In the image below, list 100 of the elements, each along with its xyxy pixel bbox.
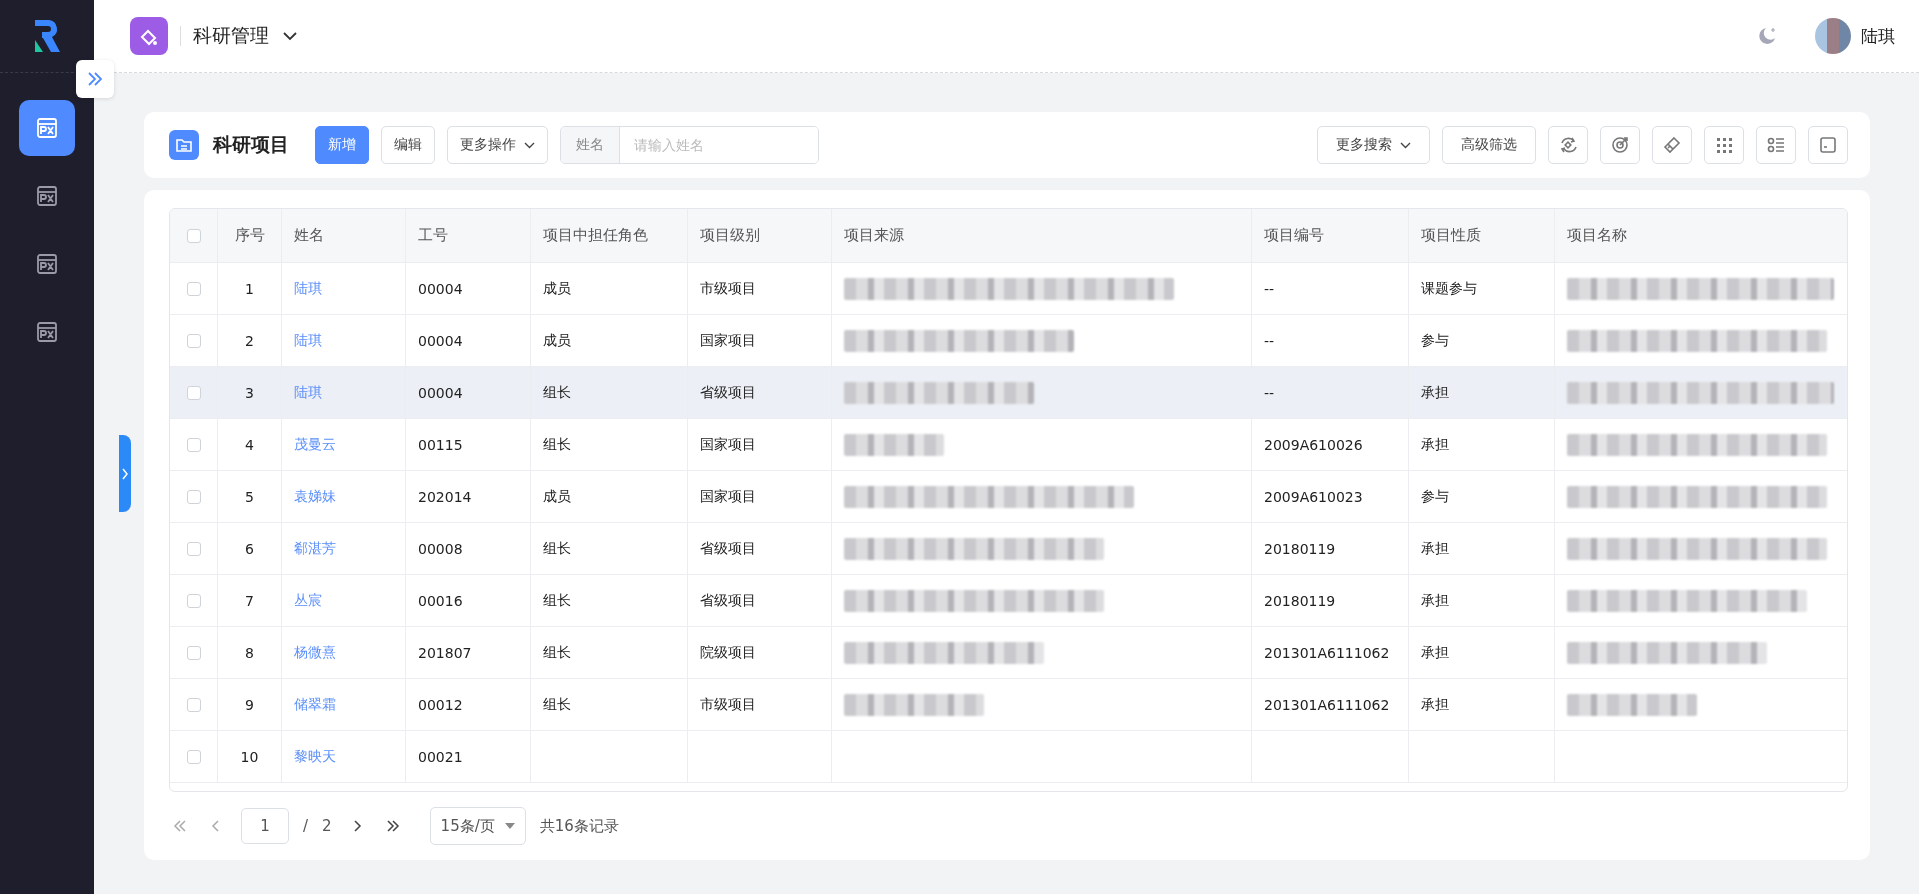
table-cell: 省级项目 (700, 539, 756, 558)
app-title[interactable]: 科研管理 (193, 23, 269, 49)
table-cell: 00004 (418, 332, 463, 349)
logo-icon (32, 18, 62, 54)
checkbox[interactable] (186, 489, 201, 504)
row-number: 6 (245, 540, 254, 557)
table-cell: -- (1264, 332, 1275, 349)
row-number: 2 (245, 332, 254, 349)
avatar[interactable] (1815, 18, 1851, 54)
page-separator: / (303, 817, 309, 835)
brush-icon[interactable] (1652, 126, 1692, 164)
table-row[interactable]: 7 丛宸 00016 组长 省级项目 20180119 承担 (170, 575, 1847, 627)
row-number: 10 (240, 748, 259, 765)
action-button[interactable]: 编辑 (381, 126, 435, 164)
page-title: 科研项目 (213, 132, 289, 157)
table-cell: 国家项目 (700, 487, 756, 506)
page-size-select[interactable]: 15条/页 (429, 807, 526, 845)
table-cell: -- (1264, 280, 1275, 297)
dropdown-button[interactable]: 更多操作 (447, 126, 548, 164)
table-cell: 201301A6111062 (1264, 644, 1390, 661)
table-cell: 组长 (543, 695, 571, 714)
table-cell: 承担 (1421, 695, 1449, 714)
table-cell: 省级项目 (700, 383, 756, 402)
total-pages: 2 (322, 817, 332, 835)
column-header[interactable]: 项目来源 (844, 226, 904, 245)
table-cell: 00016 (418, 592, 463, 609)
row-number: 7 (245, 592, 254, 609)
row-number: 3 (245, 384, 254, 401)
table-cell: 参与 (1421, 487, 1449, 506)
checkbox[interactable] (186, 228, 201, 243)
checkbox[interactable] (186, 749, 201, 764)
list-icon[interactable] (1756, 126, 1796, 164)
table-cell: 市级项目 (700, 695, 756, 714)
checkbox[interactable] (186, 333, 201, 348)
column-header[interactable]: 工号 (418, 226, 448, 245)
checkbox[interactable] (186, 281, 201, 296)
target-icon[interactable] (1600, 126, 1640, 164)
table-cell: 省级项目 (700, 591, 756, 610)
table-row[interactable]: 6 郗湛芳 00008 组长 省级项目 20180119 承担 (170, 523, 1847, 575)
checkbox[interactable] (186, 437, 201, 452)
table-cell: 承担 (1421, 383, 1449, 402)
table-cell: 市级项目 (700, 279, 756, 298)
column-header[interactable]: 序号 (234, 226, 265, 245)
row-number: 9 (245, 696, 254, 713)
user-name[interactable]: 陆琪 (1861, 24, 1895, 48)
table-cell: 课题参与 (1421, 279, 1477, 298)
table-cell: 00115 (418, 436, 463, 453)
drawer-handle[interactable] (119, 435, 131, 512)
table-row[interactable]: 3 陆琪 00004 组长 省级项目 -- 承担 (170, 367, 1847, 419)
action-button[interactable]: 高级筛选 (1442, 126, 1536, 164)
table-row[interactable]: 4 茂曼云 00115 组长 国家项目 2009A610026 承担 (170, 419, 1847, 471)
table-row[interactable]: 1 陆琪 00004 成员 市级项目 -- 课题参与 (170, 263, 1847, 315)
column-header[interactable]: 项目级别 (700, 226, 760, 245)
swap-view-icon[interactable] (1548, 126, 1588, 164)
checkbox[interactable] (186, 593, 201, 608)
expand-button[interactable] (76, 60, 114, 98)
table-cell: 00021 (418, 748, 463, 765)
table-row[interactable]: 5 袁娣妹 202014 成员 国家项目 2009A610023 参与 (170, 471, 1847, 523)
dropdown-button[interactable]: 更多搜索 (1317, 126, 1430, 164)
row-number: 5 (245, 488, 254, 505)
moon-icon[interactable] (1757, 26, 1777, 46)
table-cell: 组长 (543, 643, 571, 662)
chevron-down-icon (1400, 141, 1411, 149)
table-cell: 组长 (543, 539, 571, 558)
table-cell: 成员 (543, 331, 571, 350)
table-cell: 国家项目 (700, 435, 756, 454)
column-header[interactable]: 项目名称 (1567, 226, 1627, 245)
row-number: 1 (245, 280, 254, 297)
window-icon[interactable] (1808, 126, 1848, 164)
table-row[interactable]: 9 储翠霜 00012 组长 市级项目 201301A6111062 承担 (170, 679, 1847, 731)
table-cell: 承担 (1421, 643, 1449, 662)
checkbox[interactable] (186, 541, 201, 556)
grid-icon[interactable] (1704, 126, 1744, 164)
page-input[interactable]: 1 (241, 808, 289, 844)
table-row[interactable]: 10 黎映天 00021 (170, 731, 1847, 783)
checkbox[interactable] (186, 385, 201, 400)
px-file-icon (36, 253, 58, 275)
checkbox[interactable] (186, 697, 201, 712)
table-cell: 00004 (418, 384, 463, 401)
table-row[interactable]: 8 杨微熹 201807 组长 院级项目 201301A6111062 承担 (170, 627, 1847, 679)
table-cell: 20180119 (1264, 540, 1336, 557)
nav-item[interactable] (19, 100, 75, 156)
table-cell: 组长 (543, 591, 571, 610)
chevron-down-icon[interactable] (283, 31, 297, 41)
column-header[interactable]: 姓名 (294, 226, 324, 245)
chevron-down-icon (524, 141, 535, 149)
column-header[interactable]: 项目性质 (1421, 226, 1481, 245)
checkbox[interactable] (186, 645, 201, 660)
table-cell: 参与 (1421, 331, 1449, 350)
table-cell: 组长 (543, 435, 571, 454)
table-cell: 组长 (543, 383, 571, 402)
table-cell: 00012 (418, 696, 463, 713)
caret-down-icon (504, 823, 515, 829)
table-cell: 成员 (543, 487, 571, 506)
column-header[interactable]: 项目编号 (1264, 226, 1324, 245)
app-icon (130, 17, 168, 55)
table-cell: 承担 (1421, 591, 1449, 610)
column-header[interactable]: 项目中担任角色 (543, 226, 648, 245)
field-label: 姓名 (561, 127, 620, 163)
table-cell: 2009A610023 (1264, 488, 1363, 505)
